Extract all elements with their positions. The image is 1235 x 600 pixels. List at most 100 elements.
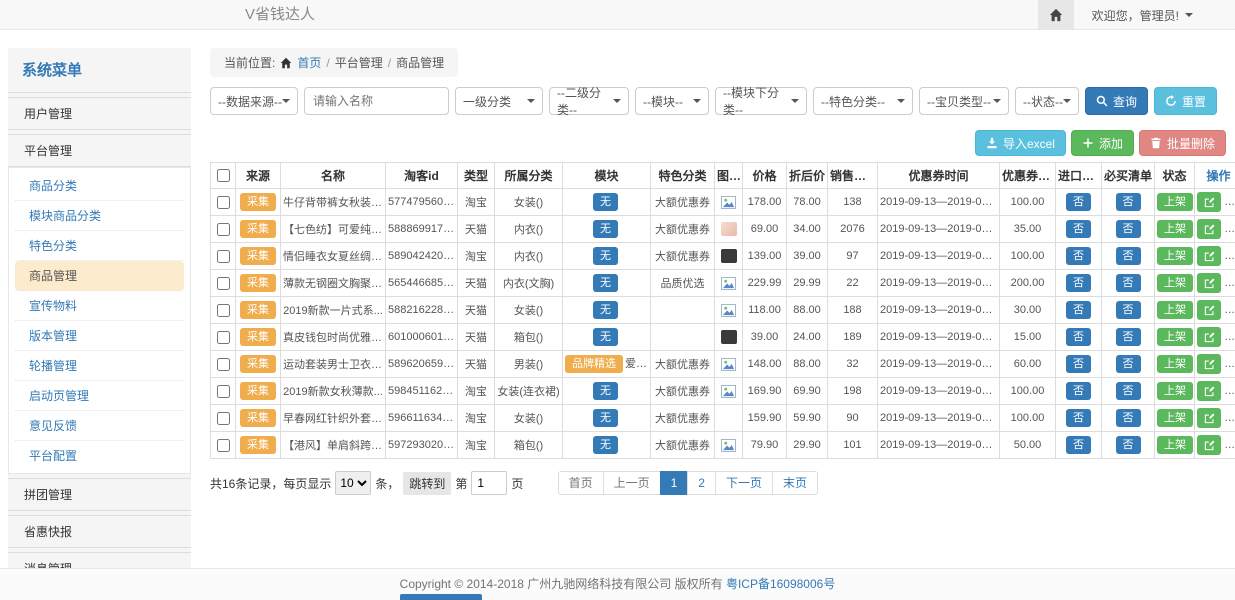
edit-button[interactable] [1197, 192, 1221, 212]
status-toggle[interactable]: 上架 [1157, 355, 1193, 373]
page-button-2[interactable]: 2 [687, 471, 716, 495]
status-toggle[interactable]: 上架 [1157, 382, 1193, 400]
delete-button[interactable] [1228, 381, 1235, 401]
must-buy-toggle[interactable]: 否 [1116, 301, 1141, 319]
status-toggle[interactable]: 上架 [1157, 274, 1193, 292]
must-buy-toggle[interactable]: 否 [1116, 409, 1141, 427]
row-checkbox[interactable] [217, 412, 230, 425]
row-checkbox[interactable] [217, 385, 230, 398]
import-select-toggle[interactable]: 否 [1066, 274, 1091, 292]
jump-page-input[interactable] [471, 471, 507, 495]
status-toggle[interactable]: 上架 [1157, 301, 1193, 319]
delete-button[interactable] [1228, 435, 1235, 455]
add-button[interactable]: 添加 [1071, 130, 1134, 156]
last-page-button[interactable]: 末页 [772, 471, 818, 495]
breadcrumb-home-link[interactable]: 首页 [297, 54, 321, 71]
import-select-toggle[interactable]: 否 [1066, 301, 1091, 319]
status-toggle[interactable]: 上架 [1157, 247, 1193, 265]
must-buy-toggle[interactable]: 否 [1116, 274, 1141, 292]
sidebar-item-splash-management[interactable]: 启动页管理 [15, 381, 184, 411]
delete-button[interactable] [1228, 354, 1235, 374]
row-checkbox[interactable] [217, 277, 230, 290]
sidebar-item-carousel-management[interactable]: 轮播管理 [15, 351, 184, 381]
row-checkbox[interactable] [217, 250, 230, 263]
edit-button[interactable] [1197, 327, 1221, 347]
delete-button[interactable] [1228, 246, 1235, 266]
import-select-toggle[interactable]: 否 [1066, 247, 1091, 265]
edit-button[interactable] [1197, 354, 1221, 374]
filter-level1-category-select[interactable]: 一级分类 [455, 87, 543, 115]
sidebar-item-platform-config[interactable]: 平台配置 [15, 441, 184, 470]
user-menu[interactable]: 欢迎您，管理员! [1074, 7, 1235, 24]
sidebar-item-feedback[interactable]: 意见反馈 [15, 411, 184, 441]
status-toggle[interactable]: 上架 [1157, 220, 1193, 238]
sidebar-item-version-management[interactable]: 版本管理 [15, 321, 184, 351]
filter-data-source-select[interactable]: --数据来源-- [210, 87, 298, 115]
edit-button[interactable] [1197, 408, 1221, 428]
import-select-toggle[interactable]: 否 [1066, 193, 1091, 211]
sidebar-item-user-management[interactable]: 用户管理 [8, 97, 191, 130]
per-page-select[interactable]: 10 [335, 471, 371, 495]
import-select-toggle[interactable]: 否 [1066, 328, 1091, 346]
first-page-button[interactable]: 首页 [558, 471, 604, 495]
sidebar-item-express-news[interactable]: 省惠快报 [8, 515, 191, 548]
jump-button[interactable]: 跳转到 [403, 472, 451, 495]
edit-button[interactable] [1197, 300, 1221, 320]
import-select-toggle[interactable]: 否 [1066, 409, 1091, 427]
page-button-1[interactable]: 1 [660, 471, 689, 495]
sidebar-item-product-management[interactable]: 商品管理 [15, 261, 184, 291]
must-buy-toggle[interactable]: 否 [1116, 382, 1141, 400]
prev-page-button[interactable]: 上一页 [603, 471, 661, 495]
sidebar-item-module-product-category[interactable]: 模块商品分类 [15, 201, 184, 231]
filter-item-type-select[interactable]: --宝贝类型-- [919, 87, 1009, 115]
reset-button[interactable]: 重置 [1154, 87, 1217, 115]
sidebar-item-feature-category[interactable]: 特色分类 [15, 231, 184, 261]
delete-button[interactable] [1228, 300, 1235, 320]
import-excel-button[interactable]: 导入excel [975, 130, 1066, 156]
filter-status-select[interactable]: --状态-- [1015, 87, 1079, 115]
sidebar-item-message-management[interactable]: 消息管理 [8, 552, 191, 568]
must-buy-toggle[interactable]: 否 [1116, 220, 1141, 238]
icp-link[interactable]: 粤ICP备16098006号 [726, 577, 835, 591]
row-checkbox[interactable] [217, 196, 230, 209]
edit-button[interactable] [1197, 246, 1221, 266]
row-checkbox[interactable] [217, 439, 230, 452]
import-select-toggle[interactable]: 否 [1066, 382, 1091, 400]
delete-button[interactable] [1228, 408, 1235, 428]
delete-button[interactable] [1228, 273, 1235, 293]
filter-level2-category-select[interactable]: --二级分类-- [549, 87, 629, 115]
next-page-button[interactable]: 下一页 [715, 471, 773, 495]
sidebar-item-platform-management[interactable]: 平台管理 [8, 134, 191, 167]
status-toggle[interactable]: 上架 [1157, 436, 1193, 454]
edit-button[interactable] [1197, 219, 1221, 239]
edit-button[interactable] [1197, 381, 1221, 401]
filter-module-subcategory-select[interactable]: --模块下分类-- [715, 87, 807, 115]
delete-button[interactable] [1228, 219, 1235, 239]
filter-name-input[interactable] [304, 87, 449, 115]
must-buy-toggle[interactable]: 否 [1116, 247, 1141, 265]
delete-button[interactable] [1228, 327, 1235, 347]
select-all-checkbox[interactable] [217, 169, 230, 182]
must-buy-toggle[interactable]: 否 [1116, 328, 1141, 346]
status-toggle[interactable]: 上架 [1157, 193, 1193, 211]
batch-delete-button[interactable]: 批量删除 [1139, 130, 1226, 156]
status-toggle[interactable]: 上架 [1157, 409, 1193, 427]
row-checkbox[interactable] [217, 304, 230, 317]
home-button[interactable] [1038, 0, 1074, 30]
sidebar-item-promo-material[interactable]: 宣传物料 [15, 291, 184, 321]
filter-module-select[interactable]: --模块-- [635, 87, 709, 115]
import-select-toggle[interactable]: 否 [1066, 220, 1091, 238]
sidebar-item-groupbuy-management[interactable]: 拼团管理 [8, 478, 191, 511]
row-checkbox[interactable] [217, 223, 230, 236]
edit-button[interactable] [1197, 435, 1221, 455]
must-buy-toggle[interactable]: 否 [1116, 436, 1141, 454]
filter-feature-category-select[interactable]: --特色分类-- [813, 87, 913, 115]
must-buy-toggle[interactable]: 否 [1116, 355, 1141, 373]
import-select-toggle[interactable]: 否 [1066, 355, 1091, 373]
search-button[interactable]: 查询 [1085, 87, 1148, 115]
row-checkbox[interactable] [217, 358, 230, 371]
import-select-toggle[interactable]: 否 [1066, 436, 1091, 454]
delete-button[interactable] [1228, 192, 1235, 212]
sidebar-item-product-category[interactable]: 商品分类 [15, 171, 184, 201]
edit-button[interactable] [1197, 273, 1221, 293]
